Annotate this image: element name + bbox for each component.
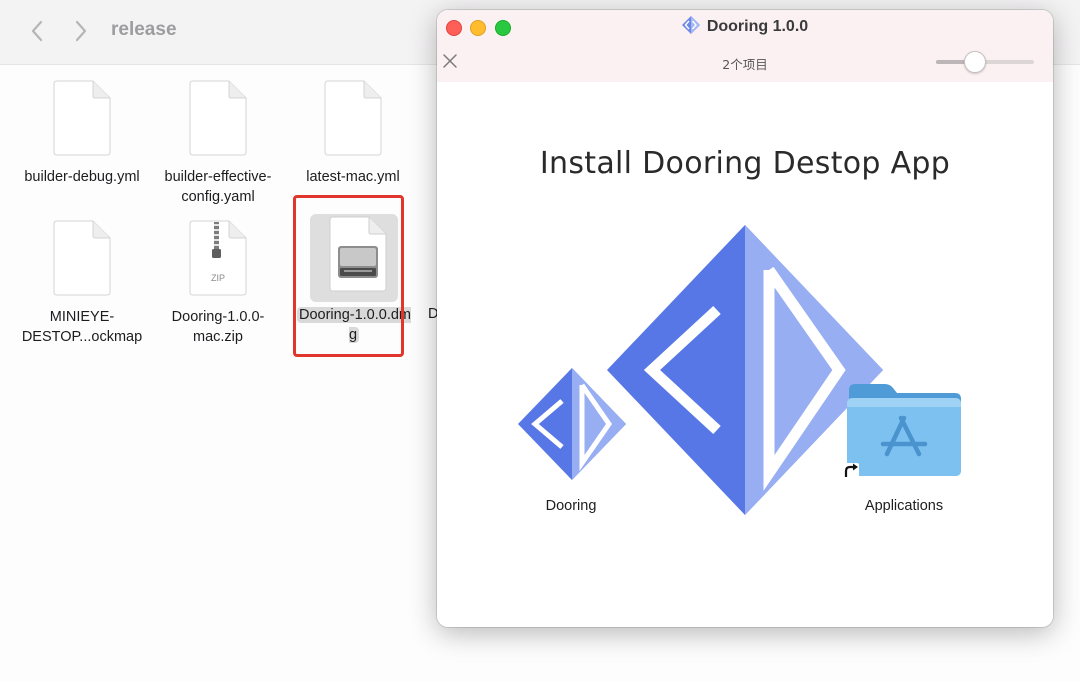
installer-background: Install Dooring Destop App Dooring Appli… — [437, 82, 1053, 627]
file-item[interactable]: ZIP Dooring-1.0.0- mac.zip — [153, 220, 283, 347]
chevron-right-icon — [75, 20, 87, 42]
file-name: latest-mac.yml — [306, 169, 400, 185]
file-name: MINIEYE- DESTOP...ockmap — [21, 309, 143, 345]
applications-folder-icon[interactable] — [845, 382, 963, 478]
file-item[interactable]: builder-effective- config.yaml — [153, 80, 283, 207]
dooring-app-icon[interactable] — [518, 368, 626, 480]
document-icon — [324, 80, 382, 156]
dooring-title-icon — [681, 16, 700, 34]
back-button[interactable] — [24, 18, 50, 44]
window-title-text: Dooring 1.0.0 — [706, 18, 809, 35]
forward-button[interactable] — [68, 18, 94, 44]
file-item[interactable]: MINIEYE- DESTOP...ockmap — [17, 220, 147, 347]
chevron-left-icon — [31, 20, 43, 42]
dooring-icon-label: Dooring — [545, 498, 597, 514]
window-titlebar: Dooring 1.0.0 2个项目 — [437, 10, 1053, 83]
folder-title: release — [111, 19, 177, 40]
file-name: builder-debug.yml — [24, 169, 140, 185]
install-heading: Install Dooring Destop App — [539, 146, 951, 181]
document-icon — [53, 80, 111, 156]
document-icon — [189, 80, 247, 156]
document-icon — [53, 220, 111, 296]
zip-archive-icon: ZIP — [189, 220, 247, 296]
dooring-logo-graphic — [607, 225, 883, 515]
file-name: Dooring-1.0.0- mac.zip — [171, 309, 265, 345]
window-title: Dooring 1.0.0 — [437, 16, 1053, 36]
applications-label: Applications — [864, 498, 944, 514]
file-item[interactable]: builder-debug.yml — [17, 80, 147, 188]
alias-arrow-icon — [843, 463, 859, 479]
zip-badge: ZIP — [210, 273, 225, 283]
installer-window: Dooring 1.0.0 2个项目 Install Dooring Desto… — [437, 10, 1053, 627]
highlight-annotation-box — [293, 195, 404, 357]
file-item[interactable]: latest-mac.yml — [288, 80, 418, 188]
file-name: builder-effective- config.yaml — [164, 169, 272, 205]
